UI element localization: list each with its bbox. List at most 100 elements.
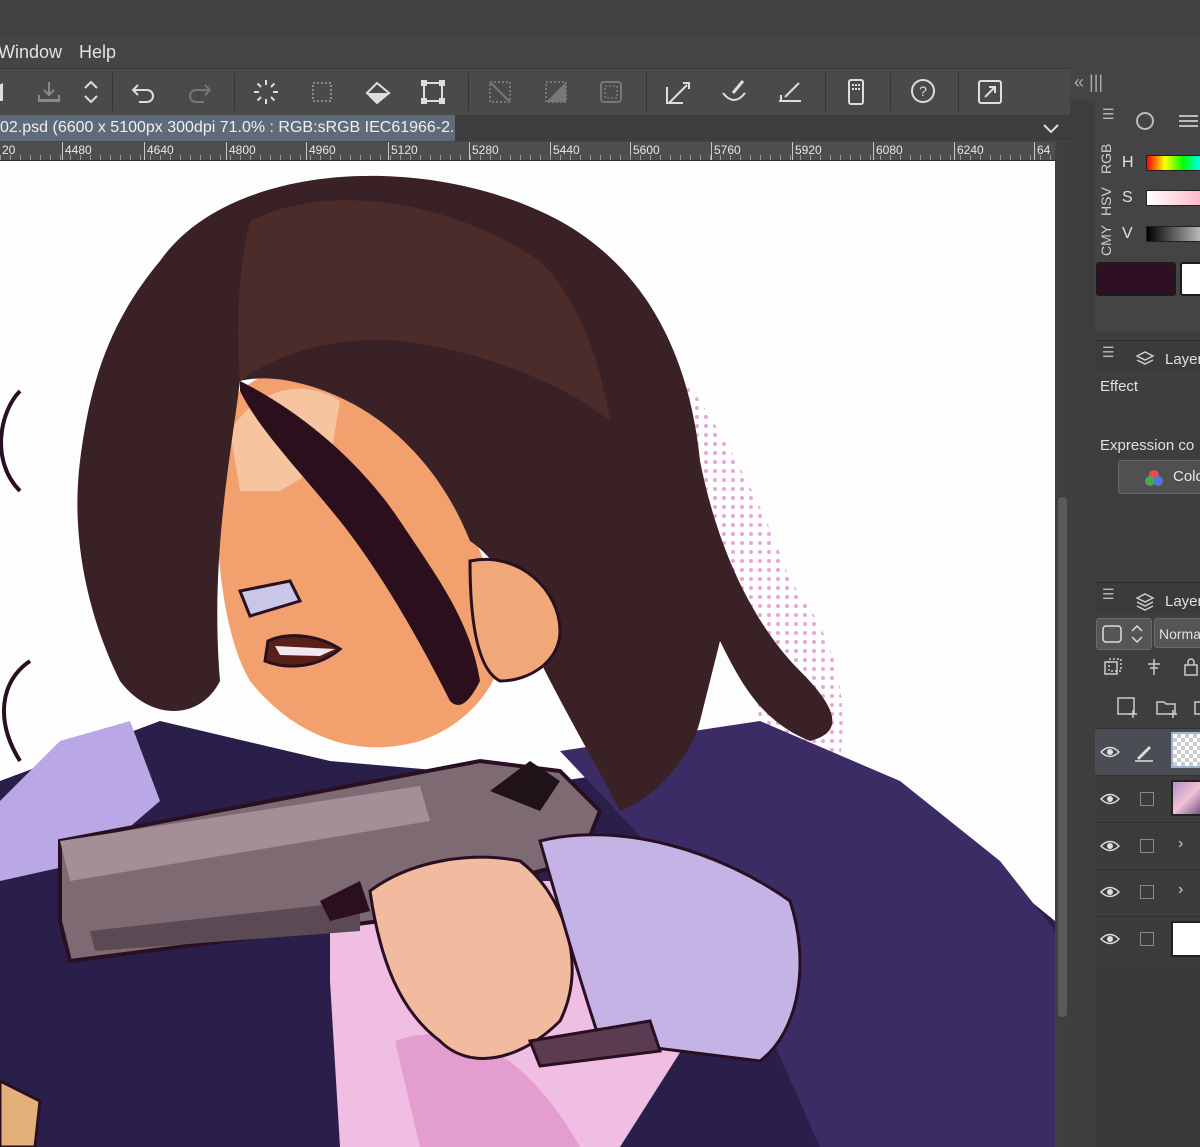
vector-select-icon[interactable] (660, 74, 696, 110)
layer-thumbnail (1171, 732, 1200, 768)
more-layer-tools-icon[interactable] (1193, 696, 1200, 720)
ruler-minor-tick (800, 155, 801, 160)
menu-help[interactable]: Help (79, 42, 116, 63)
selection-border-icon[interactable] (593, 74, 629, 110)
fullscreen-icon[interactable] (972, 74, 1008, 110)
ruler-minor-tick (440, 155, 441, 160)
layer-edit-checkbox[interactable] (1140, 932, 1154, 946)
ruler-minor-tick (780, 155, 781, 160)
layer-edit-checkbox[interactable] (1140, 792, 1154, 806)
svg-text:?: ? (919, 83, 927, 99)
layer-property-tab-icon[interactable] (1134, 348, 1156, 370)
ruler-minor-tick (810, 155, 811, 160)
menu-window[interactable]: Window (0, 42, 62, 63)
canvas[interactable] (0, 161, 1055, 1147)
ruler-minor-tick (220, 155, 221, 160)
ruler-minor-tick (1020, 155, 1021, 160)
chevron-down-icon[interactable] (1040, 117, 1062, 139)
invert-selection-icon[interactable] (538, 74, 574, 110)
chevron-right-icon[interactable]: › (1178, 835, 1183, 853)
stepper-icon[interactable] (73, 74, 109, 110)
brush-stabilizer-icon[interactable] (716, 74, 752, 110)
collapse-dock-icon[interactable]: « ||| (1074, 72, 1103, 93)
scrollbar-thumb[interactable] (1058, 497, 1067, 1017)
ruler-minor-tick (560, 155, 561, 160)
undo-icon[interactable] (126, 74, 162, 110)
tab-rgb[interactable]: RGB (1098, 138, 1116, 174)
export-icon[interactable] (31, 74, 67, 110)
new-folder-icon[interactable] (1155, 696, 1179, 720)
color-wheel-tab-icon[interactable] (1134, 110, 1156, 132)
ruler-minor-tick (290, 155, 291, 160)
pen-icon (1135, 746, 1153, 762)
ruler-minor-tick (790, 155, 791, 160)
eye-icon[interactable] (1100, 839, 1120, 853)
main-color-swatch[interactable] (1096, 262, 1176, 296)
ruler-label: 5600 (633, 143, 660, 157)
ruler-minor-tick (50, 155, 51, 160)
clip-layer-icon[interactable] (1102, 656, 1124, 678)
reference-layer-icon[interactable] (1143, 656, 1165, 678)
companion-device-icon[interactable] (838, 74, 874, 110)
vertical-scrollbar[interactable] (1055, 142, 1070, 1147)
layer-list-empty-area (1095, 963, 1200, 1147)
transform-icon[interactable] (304, 74, 340, 110)
ruler-minor-tick (720, 155, 721, 160)
ruler-minor-tick (910, 155, 911, 160)
value-slider[interactable] (1146, 226, 1200, 242)
clear-selection-icon[interactable] (482, 74, 518, 110)
hue-slider[interactable] (1146, 155, 1200, 171)
lock-icon[interactable] (1182, 656, 1200, 678)
help-icon[interactable]: ? (905, 74, 941, 110)
tab-cmy[interactable]: CMY (1098, 220, 1116, 256)
fill-icon[interactable] (360, 74, 396, 110)
ruler-major-tick (711, 142, 712, 160)
ruler-minor-tick (60, 155, 61, 160)
eye-icon[interactable] (1100, 932, 1120, 946)
ruler-minor-tick (700, 155, 701, 160)
ruler-icon[interactable] (772, 74, 808, 110)
eye-icon[interactable] (1100, 745, 1120, 759)
ruler-label: 5920 (795, 143, 822, 157)
blend-mode-select[interactable]: Normal (1154, 618, 1200, 648)
ruler-major-tick (873, 142, 874, 160)
ruler-minor-tick (170, 155, 171, 160)
ruler-minor-tick (690, 155, 691, 160)
panel-menu-icon[interactable]: ☰ (1102, 344, 1115, 361)
color-expression-button[interactable]: Colo (1118, 460, 1200, 494)
canvas-icon[interactable] (0, 74, 22, 110)
tab-hsv[interactable]: HSV (1098, 180, 1116, 216)
new-raster-layer-icon[interactable] (1116, 696, 1140, 720)
rgb-circles-icon (1145, 470, 1163, 486)
eye-icon[interactable] (1100, 885, 1120, 899)
layer-edit-checkbox[interactable] (1140, 885, 1154, 899)
document-tab-bar: 02.psd (6600 x 5100px 300dpi 71.0% : RGB… (0, 115, 1070, 141)
stepper-icon[interactable] (1129, 623, 1145, 645)
eye-icon[interactable] (1100, 792, 1120, 806)
ruler-minor-tick (270, 155, 271, 160)
ruler-minor-tick (370, 155, 371, 160)
layers-tab-icon[interactable] (1134, 590, 1156, 612)
panel-menu-icon[interactable]: ☰ (1102, 106, 1115, 123)
toolbar-separator (234, 73, 235, 111)
document-tab[interactable]: 02.psd (6600 x 5100px 300dpi 71.0% : RGB… (0, 115, 455, 141)
layer-color-selector[interactable] (1096, 618, 1152, 650)
ruler-label: 5120 (391, 143, 418, 157)
color-slider-tab-icon[interactable] (1176, 110, 1198, 132)
ruler-minor-tick (430, 155, 431, 160)
ruler-minor-tick (1000, 155, 1001, 160)
sub-color-swatch[interactable] (1180, 262, 1200, 296)
chevron-right-icon[interactable]: › (1178, 881, 1183, 899)
ruler-minor-tick (190, 155, 191, 160)
ruler-minor-tick (930, 155, 931, 160)
ruler-minor-tick (640, 155, 641, 160)
redo-icon[interactable] (181, 74, 217, 110)
bounding-box-icon[interactable] (415, 74, 451, 110)
loading-icon[interactable] (248, 74, 284, 110)
ruler-minor-tick (450, 155, 451, 160)
panel-menu-icon[interactable]: ☰ (1102, 586, 1115, 603)
saturation-slider[interactable] (1146, 190, 1200, 206)
layer-edit-checkbox[interactable] (1140, 839, 1154, 853)
ruler-minor-tick (160, 155, 161, 160)
ruler-minor-tick (850, 155, 851, 160)
